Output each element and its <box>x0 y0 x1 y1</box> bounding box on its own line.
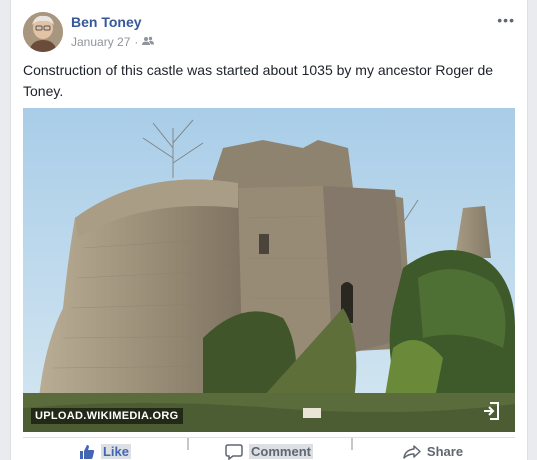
action-divider <box>351 438 353 450</box>
shared-photo[interactable]: UPLOAD.WIKIMEDIA.ORG <box>23 108 515 432</box>
author-name[interactable]: Ben Toney <box>71 14 142 30</box>
comment-icon <box>225 443 243 460</box>
share-label: Share <box>426 444 464 459</box>
thumbs-up-icon <box>79 444 95 460</box>
post-meta: January 27 · <box>71 35 155 49</box>
share-icon <box>403 444 421 460</box>
post-text: Construction of this castle was started … <box>23 62 494 99</box>
post-actions-bar: Like Comment Share <box>23 437 515 460</box>
like-button[interactable]: Like <box>23 438 187 460</box>
link-source: UPLOAD.WIKIMEDIA.ORG <box>31 408 183 424</box>
friends-icon[interactable] <box>142 35 155 49</box>
comment-label: Comment <box>249 444 313 459</box>
comment-button[interactable]: Comment <box>187 438 351 460</box>
share-button[interactable]: Share <box>351 438 515 460</box>
post-date[interactable]: January 27 <box>71 35 130 49</box>
more-options-icon[interactable]: ••• <box>497 12 515 28</box>
avatar[interactable] <box>23 12 63 52</box>
action-divider <box>187 438 189 450</box>
like-label: Like <box>100 444 131 459</box>
open-link-icon[interactable] <box>481 400 503 422</box>
feed-post: Ben Toney January 27 · ••• Construction … <box>10 0 528 460</box>
